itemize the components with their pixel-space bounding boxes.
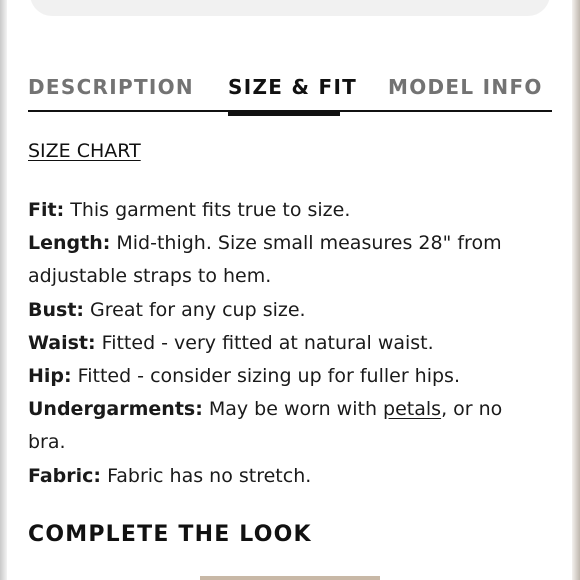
tab-model-info[interactable]: MODEL INFO [388,75,543,99]
top-container [30,0,550,16]
detail-text: May be worn with [202,398,384,421]
detail-label: Undergarments: [28,398,203,421]
screen-edge-right [572,0,580,580]
detail-fabric: Fabric: Fabric has no stretch. [28,460,538,493]
detail-text: Fitted - consider sizing up for fuller h… [71,365,460,388]
detail-label: Hip: [28,365,72,388]
detail-waist: Waist: Fitted - very fitted at natural w… [28,327,538,360]
detail-label: Waist: [28,331,96,354]
active-tab-indicator [228,110,340,116]
detail-hip: Hip: Fitted - consider sizing up for ful… [28,360,538,393]
size-chart-link[interactable]: SIZE CHART [28,140,141,162]
detail-text: This garment fits true to size. [64,199,351,221]
detail-label: Fabric: [28,464,102,487]
tab-size-and-fit[interactable]: SIZE & FIT [228,75,357,99]
detail-label: Length: [28,232,111,255]
product-image-thumbnail[interactable] [200,576,380,580]
detail-text: Fabric has no stretch. [101,464,312,487]
complete-the-look-heading: COMPLETE THE LOOK [28,522,312,547]
detail-length: Length: Mid-thigh. Size small measures 2… [28,227,538,293]
detail-text: Great for any cup size. [84,298,306,321]
detail-label: Fit: [28,199,65,221]
product-tabs: DESCRIPTION SIZE & FIT MODEL INFO [28,72,552,116]
detail-bust: Bust: Great for any cup size. [28,294,538,327]
screen-edge-left [0,0,7,580]
detail-text: Fitted - very fitted at natural waist. [95,331,434,354]
detail-fit: Fit: This garment fits true to size. [28,194,538,227]
size-fit-details: Fit: This garment fits true to size. Len… [28,194,538,493]
petals-link[interactable]: petals [383,398,441,420]
detail-label: Bust: [28,298,84,321]
detail-undergarments: Undergarments: May be worn with petals, … [28,393,538,459]
tab-description[interactable]: DESCRIPTION [28,75,194,99]
